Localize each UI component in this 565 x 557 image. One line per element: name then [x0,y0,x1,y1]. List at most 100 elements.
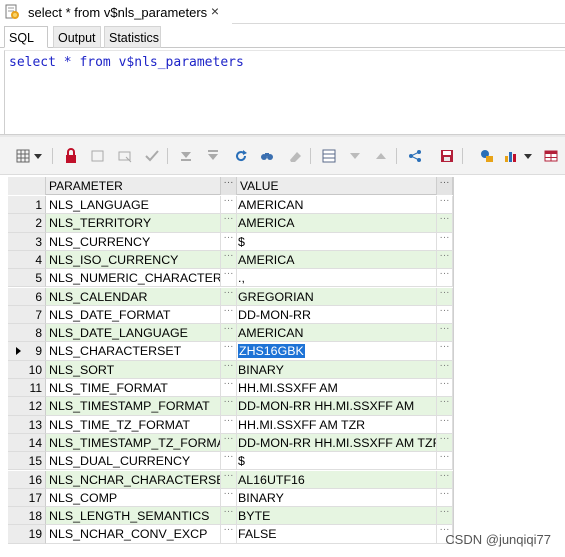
cell-value[interactable]: BINARY [237,360,437,379]
cell-value[interactable]: GREGORIAN [237,287,437,306]
row-header[interactable]: 5 [8,269,46,288]
query-by-example-icon[interactable] [320,147,338,165]
refresh-icon[interactable] [232,147,250,165]
table-row[interactable]: 12 NLS_TIMESTAMP_FORMAT ··· DD-MON-RR HH.MI… [8,397,453,416]
cell-value[interactable]: HH.MI.SSXFF AM TZR [237,415,437,434]
cell-editor-button[interactable]: ··· [221,433,237,453]
cell-editor-button[interactable]: ··· [221,525,237,544]
cell-editor-button[interactable]: ··· [221,342,237,361]
cell-value[interactable]: DD-MON-RR HH.MI.SSXFF AM TZR [237,433,437,453]
column-header-parameter-dots[interactable]: ··· [221,177,237,195]
delete-record-icon[interactable] [116,147,134,165]
cell-parameter[interactable]: NLS_NUMERIC_CHARACTERS [46,269,221,288]
cell-value[interactable]: AMERICA [237,250,437,270]
table-row[interactable]: 18 NLS_LENGTH_SEMANTICS ··· BYTE ··· [8,507,453,526]
table-row[interactable]: 16 NLS_NCHAR_CHARACTERSET ··· AL16UTF16 ··· [8,470,453,489]
cell-editor-button[interactable]: ··· [437,433,453,453]
row-header[interactable]: 18 [8,507,46,526]
first-record-icon[interactable] [177,147,195,165]
table-row[interactable]: 13 NLS_TIME_TZ_FORMAT ··· HH.MI.SSXFF AM TZ… [8,415,453,434]
table-row[interactable]: 4 NLS_ISO_CURRENCY ··· AMERICA ··· [8,250,453,270]
lock-icon[interactable] [62,147,80,165]
cell-value[interactable]: AMERICAN [237,196,437,215]
table-row[interactable]: 10 NLS_SORT ··· BINARY ··· [8,360,453,379]
row-header[interactable]: 13 [8,415,46,434]
cell-value[interactable]: DD-MON-RR [237,305,437,325]
row-header[interactable]: 16 [8,470,46,489]
cell-editor-button[interactable]: ··· [221,397,237,416]
insert-record-icon[interactable] [88,147,106,165]
row-header[interactable]: 19 [8,525,46,544]
cell-parameter[interactable]: NLS_SORT [46,360,221,379]
cell-editor-button[interactable]: ··· [221,305,237,325]
cell-parameter[interactable]: NLS_CHARACTERSET [46,342,221,361]
cell-editor-button[interactable]: ··· [437,342,453,361]
cell-editor-button[interactable]: ··· [437,378,453,398]
table-row[interactable]: 14 NLS_TIMESTAMP_TZ_FORMAT ··· DD-MON-RR HH… [8,433,453,453]
chart-dropdown-icon[interactable] [522,147,534,165]
table-row[interactable]: 15 NLS_DUAL_CURRENCY ··· $ ··· [8,452,453,471]
cell-value[interactable]: BINARY [237,488,437,508]
table-row[interactable]: 5 NLS_NUMERIC_CHARACTERS ···., ··· [8,269,453,288]
column-header-value[interactable]: VALUE [237,177,437,195]
table-row[interactable]: 2 NLS_TERRITORY ··· AMERICA ··· [8,214,453,233]
table-row[interactable]: 3 NLS_CURRENCY ··· $ ··· [8,232,453,251]
previous-icon[interactable] [346,147,364,165]
row-header[interactable]: 15 [8,452,46,471]
clear-icon[interactable] [286,147,304,165]
cell-value[interactable]: FALSE [237,525,437,544]
cell-editor-button[interactable]: ··· [437,195,453,215]
cell-parameter[interactable]: NLS_TIMESTAMP_FORMAT [46,397,221,416]
table-row[interactable]: 19 NLS_NCHAR_CONV_EXCP ··· FALSE ··· [8,525,453,544]
cell-editor-button[interactable]: ··· [221,287,237,306]
cell-editor-button[interactable]: ··· [437,324,453,343]
cell-value[interactable]: ZHS16GBK [237,342,437,361]
column-header-value-dots[interactable]: ··· [437,177,453,195]
cell-parameter[interactable]: NLS_LENGTH_SEMANTICS [46,507,221,526]
table-row[interactable]: 8 NLS_DATE_LANGUAGE ··· AMERICAN ··· [8,324,453,343]
tab-statistics[interactable]: Statistics [104,26,161,48]
cell-parameter[interactable]: NLS_TIME_TZ_FORMAT [46,415,221,434]
cell-parameter[interactable]: NLS_TERRITORY [46,214,221,233]
cell-editor-button[interactable]: ··· [221,324,237,343]
cell-editor-button[interactable]: ··· [437,507,453,526]
grid-options-icon[interactable] [14,147,32,165]
cell-value[interactable]: $ [237,452,437,471]
cell-editor-button[interactable]: ··· [437,488,453,508]
cell-parameter[interactable]: NLS_NCHAR_CONV_EXCP [46,525,221,544]
table-row[interactable]: 11 NLS_TIME_FORMAT ··· HH.MI.SSXFF AM ··· [8,378,453,398]
cell-editor-button[interactable]: ··· [221,232,237,251]
row-header[interactable]: 10 [8,360,46,379]
table-row[interactable]: 7 NLS_DATE_FORMAT ··· DD-MON-RR ··· [8,305,453,325]
cell-editor-button[interactable]: ··· [437,232,453,251]
cell-value[interactable]: AMERICAN [237,324,437,343]
selected-cell-text[interactable]: ZHS16GBK [238,344,305,359]
cell-value[interactable]: BYTE [237,507,437,526]
row-header[interactable]: 9 [8,342,46,361]
post-edit-icon[interactable] [143,147,161,165]
cell-editor-button[interactable]: ··· [221,360,237,379]
cell-value[interactable]: ., [237,269,437,288]
table-row[interactable]: 9 NLS_CHARACTERSET ··· ZHS16GBK ··· [8,342,453,361]
cell-editor-button[interactable]: ··· [221,507,237,526]
save-icon[interactable] [438,147,456,165]
cell-editor-button[interactable]: ··· [437,214,453,233]
cell-parameter[interactable]: NLS_LANGUAGE [46,196,221,215]
chart-icon[interactable] [502,147,520,165]
cell-editor-button[interactable]: ··· [437,360,453,379]
cell-parameter[interactable]: NLS_CALENDAR [46,287,221,306]
cell-parameter[interactable]: NLS_ISO_CURRENCY [46,250,221,270]
cell-editor-button[interactable]: ··· [221,378,237,398]
close-icon[interactable]: × [207,3,223,19]
table-row[interactable]: 1 NLS_LANGUAGE ··· AMERICAN ··· [8,195,453,215]
cell-editor-button[interactable]: ··· [221,214,237,233]
next-icon[interactable] [372,147,390,165]
link-icon[interactable] [478,147,496,165]
cell-parameter[interactable]: NLS_DUAL_CURRENCY [46,452,221,471]
cell-parameter[interactable]: NLS_TIMESTAMP_TZ_FORMAT [46,433,221,453]
cell-editor-button[interactable]: ··· [437,269,453,288]
table-icon[interactable] [542,147,560,165]
row-header[interactable]: 14 [8,433,46,453]
cell-parameter[interactable]: NLS_CURRENCY [46,232,221,251]
cell-editor-button[interactable]: ··· [437,470,453,489]
